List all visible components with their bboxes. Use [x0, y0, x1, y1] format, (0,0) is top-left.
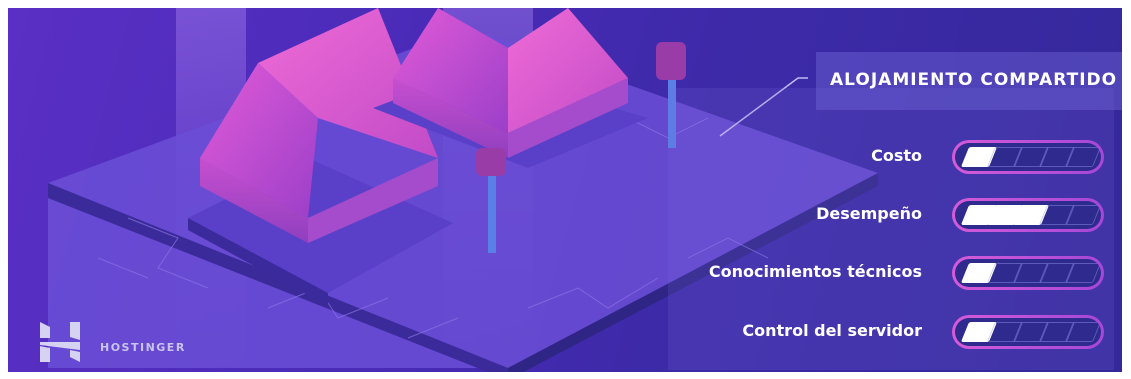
- rating-label-technical-knowledge: Conocimientos técnicos: [708, 262, 922, 281]
- shared-hosting-banner: ALOJAMIENTO COMPARTIDO Costo Desempeño C…: [8, 8, 1122, 372]
- rating-label-performance: Desempeño: [816, 204, 922, 223]
- rating-meter-performance: [952, 198, 1104, 232]
- brand-name: HOSTINGER: [100, 341, 186, 354]
- rating-label-server-control: Control del servidor: [742, 321, 922, 340]
- hostinger-logo-icon: [40, 322, 80, 362]
- rating-label-cost: Costo: [871, 146, 922, 165]
- rating-meter-server-control: [952, 315, 1104, 349]
- rating-meter-cost: [952, 140, 1104, 174]
- rating-meter-technical-knowledge: [952, 256, 1104, 290]
- hosting-type-heading: ALOJAMIENTO COMPARTIDO: [830, 70, 1118, 90]
